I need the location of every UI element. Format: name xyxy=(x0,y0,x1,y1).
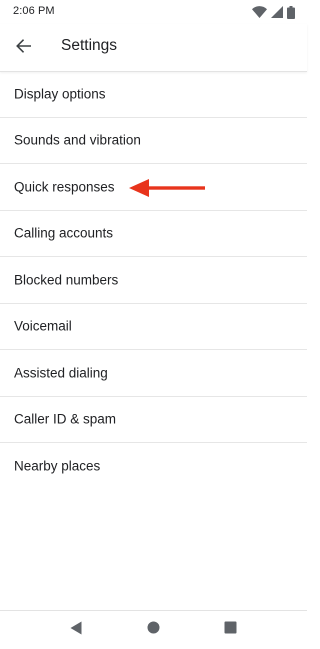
arrow-back-icon xyxy=(15,37,33,60)
nav-back-icon xyxy=(70,621,82,640)
settings-item-label: Assisted dialing xyxy=(14,365,108,381)
settings-item-assisted-dialing[interactable]: Assisted dialing xyxy=(0,350,307,397)
navigation-bar xyxy=(0,610,307,649)
status-icons xyxy=(252,4,295,20)
app-bar: Settings xyxy=(0,24,307,72)
settings-item-caller-id-spam[interactable]: Caller ID & spam xyxy=(0,397,307,443)
settings-item-label: Sounds and vibration xyxy=(14,132,141,148)
nav-home-icon xyxy=(147,621,160,639)
settings-list: Display options Sounds and vibration Qui… xyxy=(0,71,307,490)
nav-recents-button[interactable] xyxy=(218,618,242,642)
nav-home-button[interactable] xyxy=(141,618,165,642)
nav-back-button[interactable] xyxy=(64,618,88,642)
wifi-icon xyxy=(252,6,267,18)
settings-item-display-options[interactable]: Display options xyxy=(0,71,307,118)
settings-item-nearby-places[interactable]: Nearby places xyxy=(0,443,307,490)
settings-item-voicemail[interactable]: Voicemail xyxy=(0,304,307,350)
settings-item-label: Nearby places xyxy=(14,458,101,474)
settings-item-label: Display options xyxy=(14,86,106,102)
back-button[interactable] xyxy=(8,32,40,64)
status-bar: 2:06 PM xyxy=(0,0,307,24)
settings-item-label: Voicemail xyxy=(14,318,72,334)
settings-item-sounds-and-vibration[interactable]: Sounds and vibration xyxy=(0,118,307,164)
settings-item-label: Calling accounts xyxy=(14,225,114,241)
nav-recents-icon xyxy=(224,621,237,639)
settings-item-label: Caller ID & spam xyxy=(14,411,117,427)
page-title: Settings xyxy=(61,37,118,54)
settings-item-blocked-numbers[interactable]: Blocked numbers xyxy=(0,257,307,304)
cellular-signal-icon xyxy=(271,6,283,18)
settings-item-label: Quick responses xyxy=(14,179,115,195)
settings-item-calling-accounts[interactable]: Calling accounts xyxy=(0,211,307,257)
settings-item-label: Blocked numbers xyxy=(14,272,119,288)
status-time: 2:06 PM xyxy=(13,5,55,17)
battery-icon xyxy=(287,5,295,19)
red-arrow-icon xyxy=(129,178,207,198)
